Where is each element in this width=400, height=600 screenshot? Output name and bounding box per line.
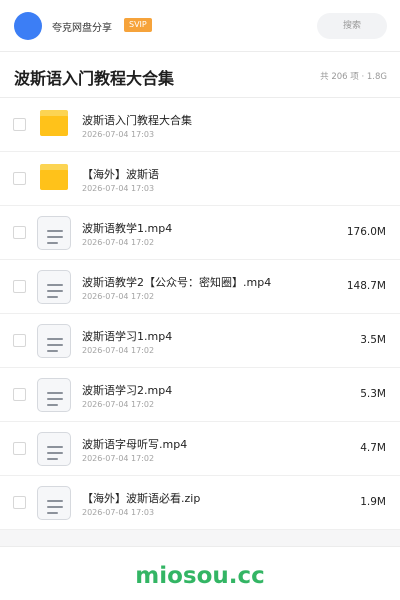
list-item[interactable]: 波斯语学习2.mp4 2026-07-04 17:02 5.3M (0, 368, 400, 422)
page-title: 波斯语入门教程大合集 (14, 69, 175, 88)
row-checkbox[interactable] (13, 172, 26, 185)
footer: miosou.cc (0, 546, 400, 600)
item-name: 波斯语教学2【公众号：密知圈】.mp4 (82, 276, 272, 289)
list-item[interactable]: 波斯语入门教程大合集 2026-07-04 17:03 (0, 98, 400, 152)
title-bar: 波斯语入门教程大合集 共 206 项 · 1.8G (0, 52, 400, 98)
list-item[interactable]: 波斯语字母听写.mp4 2026-07-04 17:02 4.7M (0, 422, 400, 476)
item-date: 2026-07-04 17:03 (82, 508, 155, 517)
list-item[interactable]: 【海外】波斯语必看.zip 2026-07-04 17:03 1.9M (0, 476, 400, 530)
item-date: 2026-07-04 17:03 (82, 184, 155, 193)
avatar[interactable] (14, 12, 42, 40)
list-item[interactable]: 波斯语学习1.mp4 2026-07-04 17:02 3.5M (0, 314, 400, 368)
list-item[interactable]: 【海外】波斯语 2026-07-04 17:03 (0, 152, 400, 206)
search-button[interactable]: 搜索 (317, 13, 387, 39)
svip-badge: SVIP (124, 18, 152, 32)
item-name: 【海外】波斯语必看.zip (82, 492, 201, 505)
item-size: 1.9M (360, 496, 386, 508)
item-size: 5.3M (360, 388, 386, 400)
footer-divider (0, 530, 400, 546)
item-size: 3.5M (360, 334, 386, 346)
item-summary: 共 206 项 · 1.8G (320, 72, 387, 82)
row-checkbox[interactable] (13, 226, 26, 239)
item-date: 2026-07-04 17:02 (82, 346, 155, 355)
folder-icon (40, 110, 68, 136)
file-icon (37, 324, 71, 358)
file-list: 波斯语入门教程大合集 2026-07-04 17:03 【海外】波斯语 2026… (0, 98, 400, 530)
row-checkbox[interactable] (13, 334, 26, 347)
item-date: 2026-07-04 17:03 (82, 130, 155, 139)
item-size: 148.7M (346, 280, 386, 292)
list-item[interactable]: 波斯语教学2【公众号：密知圈】.mp4 2026-07-04 17:02 148… (0, 260, 400, 314)
app-header: 夸克网盘分享 SVIP 搜索 (0, 0, 400, 52)
file-icon (37, 378, 71, 412)
row-checkbox[interactable] (13, 442, 26, 455)
item-date: 2026-07-04 17:02 (82, 292, 155, 301)
row-checkbox[interactable] (13, 496, 26, 509)
item-name: 波斯语入门教程大合集 (82, 114, 192, 127)
item-name: 波斯语学习1.mp4 (82, 330, 173, 343)
row-checkbox[interactable] (13, 280, 26, 293)
item-date: 2026-07-04 17:02 (82, 454, 155, 463)
item-name: 波斯语教学1.mp4 (82, 222, 173, 235)
item-date: 2026-07-04 17:02 (82, 400, 155, 409)
item-name: 波斯语字母听写.mp4 (82, 438, 188, 451)
item-date: 2026-07-04 17:02 (82, 238, 155, 247)
row-checkbox[interactable] (13, 388, 26, 401)
row-checkbox[interactable] (13, 118, 26, 131)
file-icon (37, 270, 71, 304)
item-size: 176.0M (346, 226, 386, 238)
item-name: 【海外】波斯语 (82, 168, 159, 181)
file-icon (37, 432, 71, 466)
folder-icon (40, 164, 68, 190)
item-name: 波斯语学习2.mp4 (82, 384, 173, 397)
file-icon (37, 486, 71, 520)
brand-label: 夸克网盘分享 (52, 23, 112, 34)
list-item[interactable]: 波斯语教学1.mp4 2026-07-04 17:02 176.0M (0, 206, 400, 260)
file-icon (37, 216, 71, 250)
watermark: miosou.cc (135, 563, 265, 589)
item-size: 4.7M (360, 442, 386, 454)
